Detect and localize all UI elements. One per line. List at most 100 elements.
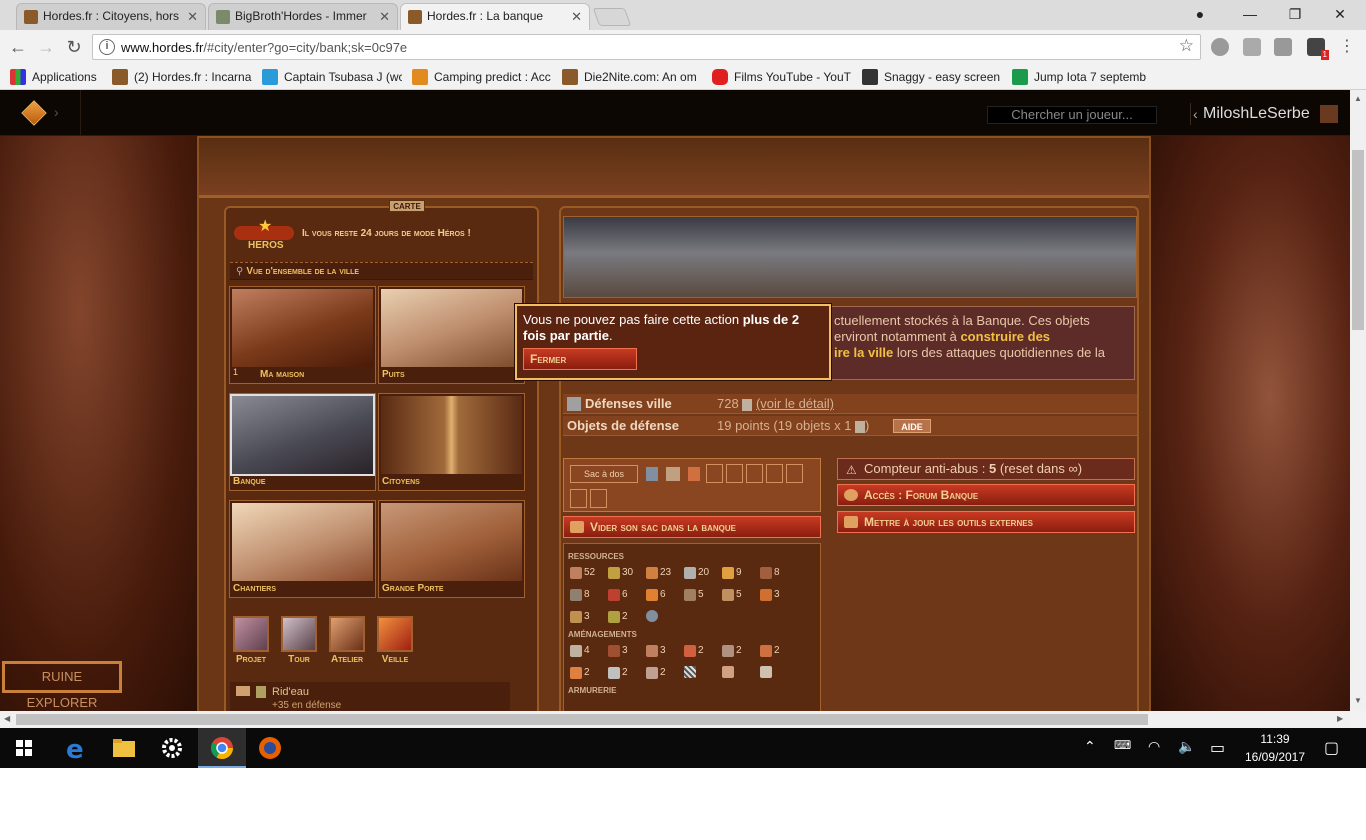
tile-banque[interactable]: Banque <box>229 393 376 491</box>
firefox-icon[interactable] <box>246 728 294 768</box>
furnishing-item[interactable]: 2 <box>684 644 704 658</box>
bookmark-tsubasa[interactable]: Captain Tsubasa J (wc <box>262 68 402 86</box>
empty-slot[interactable] <box>706 464 723 483</box>
carte-tab[interactable]: CARTE <box>389 200 425 212</box>
info-icon[interactable]: i <box>99 39 115 55</box>
keyboard-icon[interactable]: ▭ <box>1210 738 1225 758</box>
system-clock[interactable]: 11:39 16/09/2017 <box>1240 730 1310 766</box>
help-button[interactable]: AIDE <box>893 419 931 433</box>
resource-item[interactable]: 3 <box>570 610 590 624</box>
forward-arrow-icon[interactable]: → <box>34 35 58 59</box>
profile-icon[interactable]: ● <box>1180 2 1220 26</box>
close-window-icon[interactable]: ✕ <box>1320 2 1360 26</box>
extension-with-badge-icon[interactable]: 1 <box>1307 38 1329 60</box>
close-popup-button[interactable]: Fermer <box>523 348 637 370</box>
player-search-input[interactable]: Chercher un joueur... <box>987 106 1157 124</box>
bookmark-camping[interactable]: Camping predict : Acc <box>412 68 552 86</box>
scroll-down-icon[interactable]: ▼ <box>1354 696 1362 705</box>
tab-banque[interactable]: Hordes.fr : La banque ✕ <box>400 3 590 30</box>
bank-forum-button[interactable]: Accès : Forum Banque <box>837 484 1135 506</box>
building-tour[interactable]: Tour <box>278 616 320 666</box>
scroll-thumb[interactable] <box>1352 150 1364 330</box>
furnishing-item[interactable]: 2 <box>722 644 742 658</box>
vertical-scrollbar[interactable]: ▲ ▼ <box>1350 90 1366 711</box>
network-icon[interactable]: ◠ <box>1148 738 1160 755</box>
resource-item[interactable]: 3 <box>760 588 780 602</box>
furnishing-item[interactable]: 2 <box>760 644 780 658</box>
resource-item[interactable] <box>646 610 658 624</box>
scroll-left-icon[interactable]: ◀ <box>4 714 10 723</box>
empty-slot[interactable] <box>726 464 743 483</box>
resource-item[interactable]: 20 <box>684 566 709 580</box>
furnishing-item[interactable] <box>684 666 696 680</box>
furnishing-item[interactable]: 2 <box>608 666 628 680</box>
furnishing-item[interactable] <box>722 666 734 680</box>
restore-icon[interactable]: ❐ <box>1275 2 1315 26</box>
close-tab-icon[interactable]: ✕ <box>187 4 198 29</box>
furnishing-item[interactable]: 3 <box>646 644 666 658</box>
scroll-up-icon[interactable]: ▲ <box>1354 94 1362 103</box>
resource-item[interactable]: 6 <box>646 588 666 602</box>
furnishing-item[interactable] <box>760 666 772 680</box>
tray-chevron-up-icon[interactable]: ⌃ <box>1084 738 1096 755</box>
tile-grande-porte[interactable]: Grande Porte <box>378 500 525 598</box>
resource-item[interactable]: 52 <box>570 566 595 580</box>
resource-item[interactable]: 9 <box>722 566 742 580</box>
bookmark-youtube[interactable]: Films YouTube - YouT <box>712 68 852 86</box>
scroll-right-icon[interactable]: ▶ <box>1337 714 1343 723</box>
bookmark-apps[interactable]: Applications <box>10 68 106 86</box>
furnishing-item[interactable]: 3 <box>608 644 628 658</box>
empty-bag-button[interactable]: Vider son sac dans la banque <box>563 516 821 538</box>
photo-extension-icon[interactable] <box>1274 38 1292 56</box>
file-explorer-icon[interactable] <box>100 728 148 768</box>
back-arrow-icon[interactable]: ← <box>6 35 30 59</box>
resource-item[interactable]: 5 <box>684 588 704 602</box>
empty-slot[interactable] <box>766 464 783 483</box>
notifications-icon[interactable]: ▢ <box>1324 738 1339 758</box>
cloud-extension-icon[interactable] <box>1211 38 1229 56</box>
hordes-cube-icon[interactable] <box>21 100 47 126</box>
furnishing-item[interactable]: 4 <box>570 644 590 658</box>
scroll-thumb[interactable] <box>16 714 1148 725</box>
resource-item[interactable]: 23 <box>646 566 671 580</box>
tile-chantiers[interactable]: Chantiers <box>229 500 376 598</box>
defense-detail-link[interactable]: (voir le détail) <box>756 396 834 411</box>
bookmark-die2nite[interactable]: Die2Nite.com: An om <box>562 68 702 86</box>
user-menu[interactable]: ‹ MiloshLeSerbe <box>1190 103 1340 125</box>
chrome-icon[interactable] <box>198 728 246 768</box>
empty-slot[interactable] <box>746 464 763 483</box>
bookmark-snaggy[interactable]: Snaggy - easy screen <box>862 68 1002 86</box>
tile-citoyens[interactable]: Citoyens <box>378 393 525 491</box>
building-veille[interactable]: Veille <box>374 616 416 666</box>
chrome-menu-icon[interactable]: ⋮ <box>1338 38 1356 56</box>
update-tools-button[interactable]: Mettre à jour les outils externes <box>837 511 1135 533</box>
address-bar[interactable]: i www.hordes.fr/#city/enter?go=city/bank… <box>92 34 1201 60</box>
tab-citoyens[interactable]: Hordes.fr : Citoyens, hors ✕ <box>16 3 206 30</box>
resource-item[interactable]: 30 <box>608 566 633 580</box>
chevron-right-icon[interactable]: › <box>54 104 59 120</box>
empty-slot[interactable] <box>786 464 803 483</box>
building-atelier[interactable]: Atelier <box>326 616 368 666</box>
resource-item[interactable]: 5 <box>722 588 742 602</box>
item-icon[interactable] <box>646 467 658 481</box>
empty-slot[interactable] <box>590 489 607 508</box>
settings-gear-icon[interactable] <box>148 728 196 768</box>
horizontal-scrollbar[interactable]: ◀ ▶ <box>0 711 1350 728</box>
windows-start-icon[interactable] <box>0 728 48 768</box>
tile-puits[interactable]: Puits <box>378 286 525 384</box>
bookmark-star-icon[interactable]: ☆ <box>1179 36 1194 56</box>
ruine-explorer-button[interactable]: RUINE EXPLORER <box>2 661 122 710</box>
edge-icon[interactable]: e <box>52 728 100 768</box>
resource-item[interactable]: 8 <box>570 588 590 602</box>
resource-item[interactable]: 2 <box>608 610 628 624</box>
close-tab-icon[interactable]: ✕ <box>379 4 390 29</box>
minimize-icon[interactable]: — <box>1230 2 1270 26</box>
resource-item[interactable]: 6 <box>608 588 628 602</box>
bookmark-jump[interactable]: Jump Iota 7 septemb <box>1012 68 1152 86</box>
keyboard-layout-icon[interactable]: ⌨ <box>1114 738 1131 752</box>
tile-ma-maison[interactable]: 1 Ma maison <box>229 286 376 384</box>
building-projet[interactable]: Projet <box>230 616 272 666</box>
reload-icon[interactable]: ↻ <box>62 35 86 59</box>
furnishing-item[interactable]: 2 <box>570 666 590 680</box>
city-overview-link[interactable]: ⚲ Vue d'ensemble de la ville <box>230 262 533 280</box>
